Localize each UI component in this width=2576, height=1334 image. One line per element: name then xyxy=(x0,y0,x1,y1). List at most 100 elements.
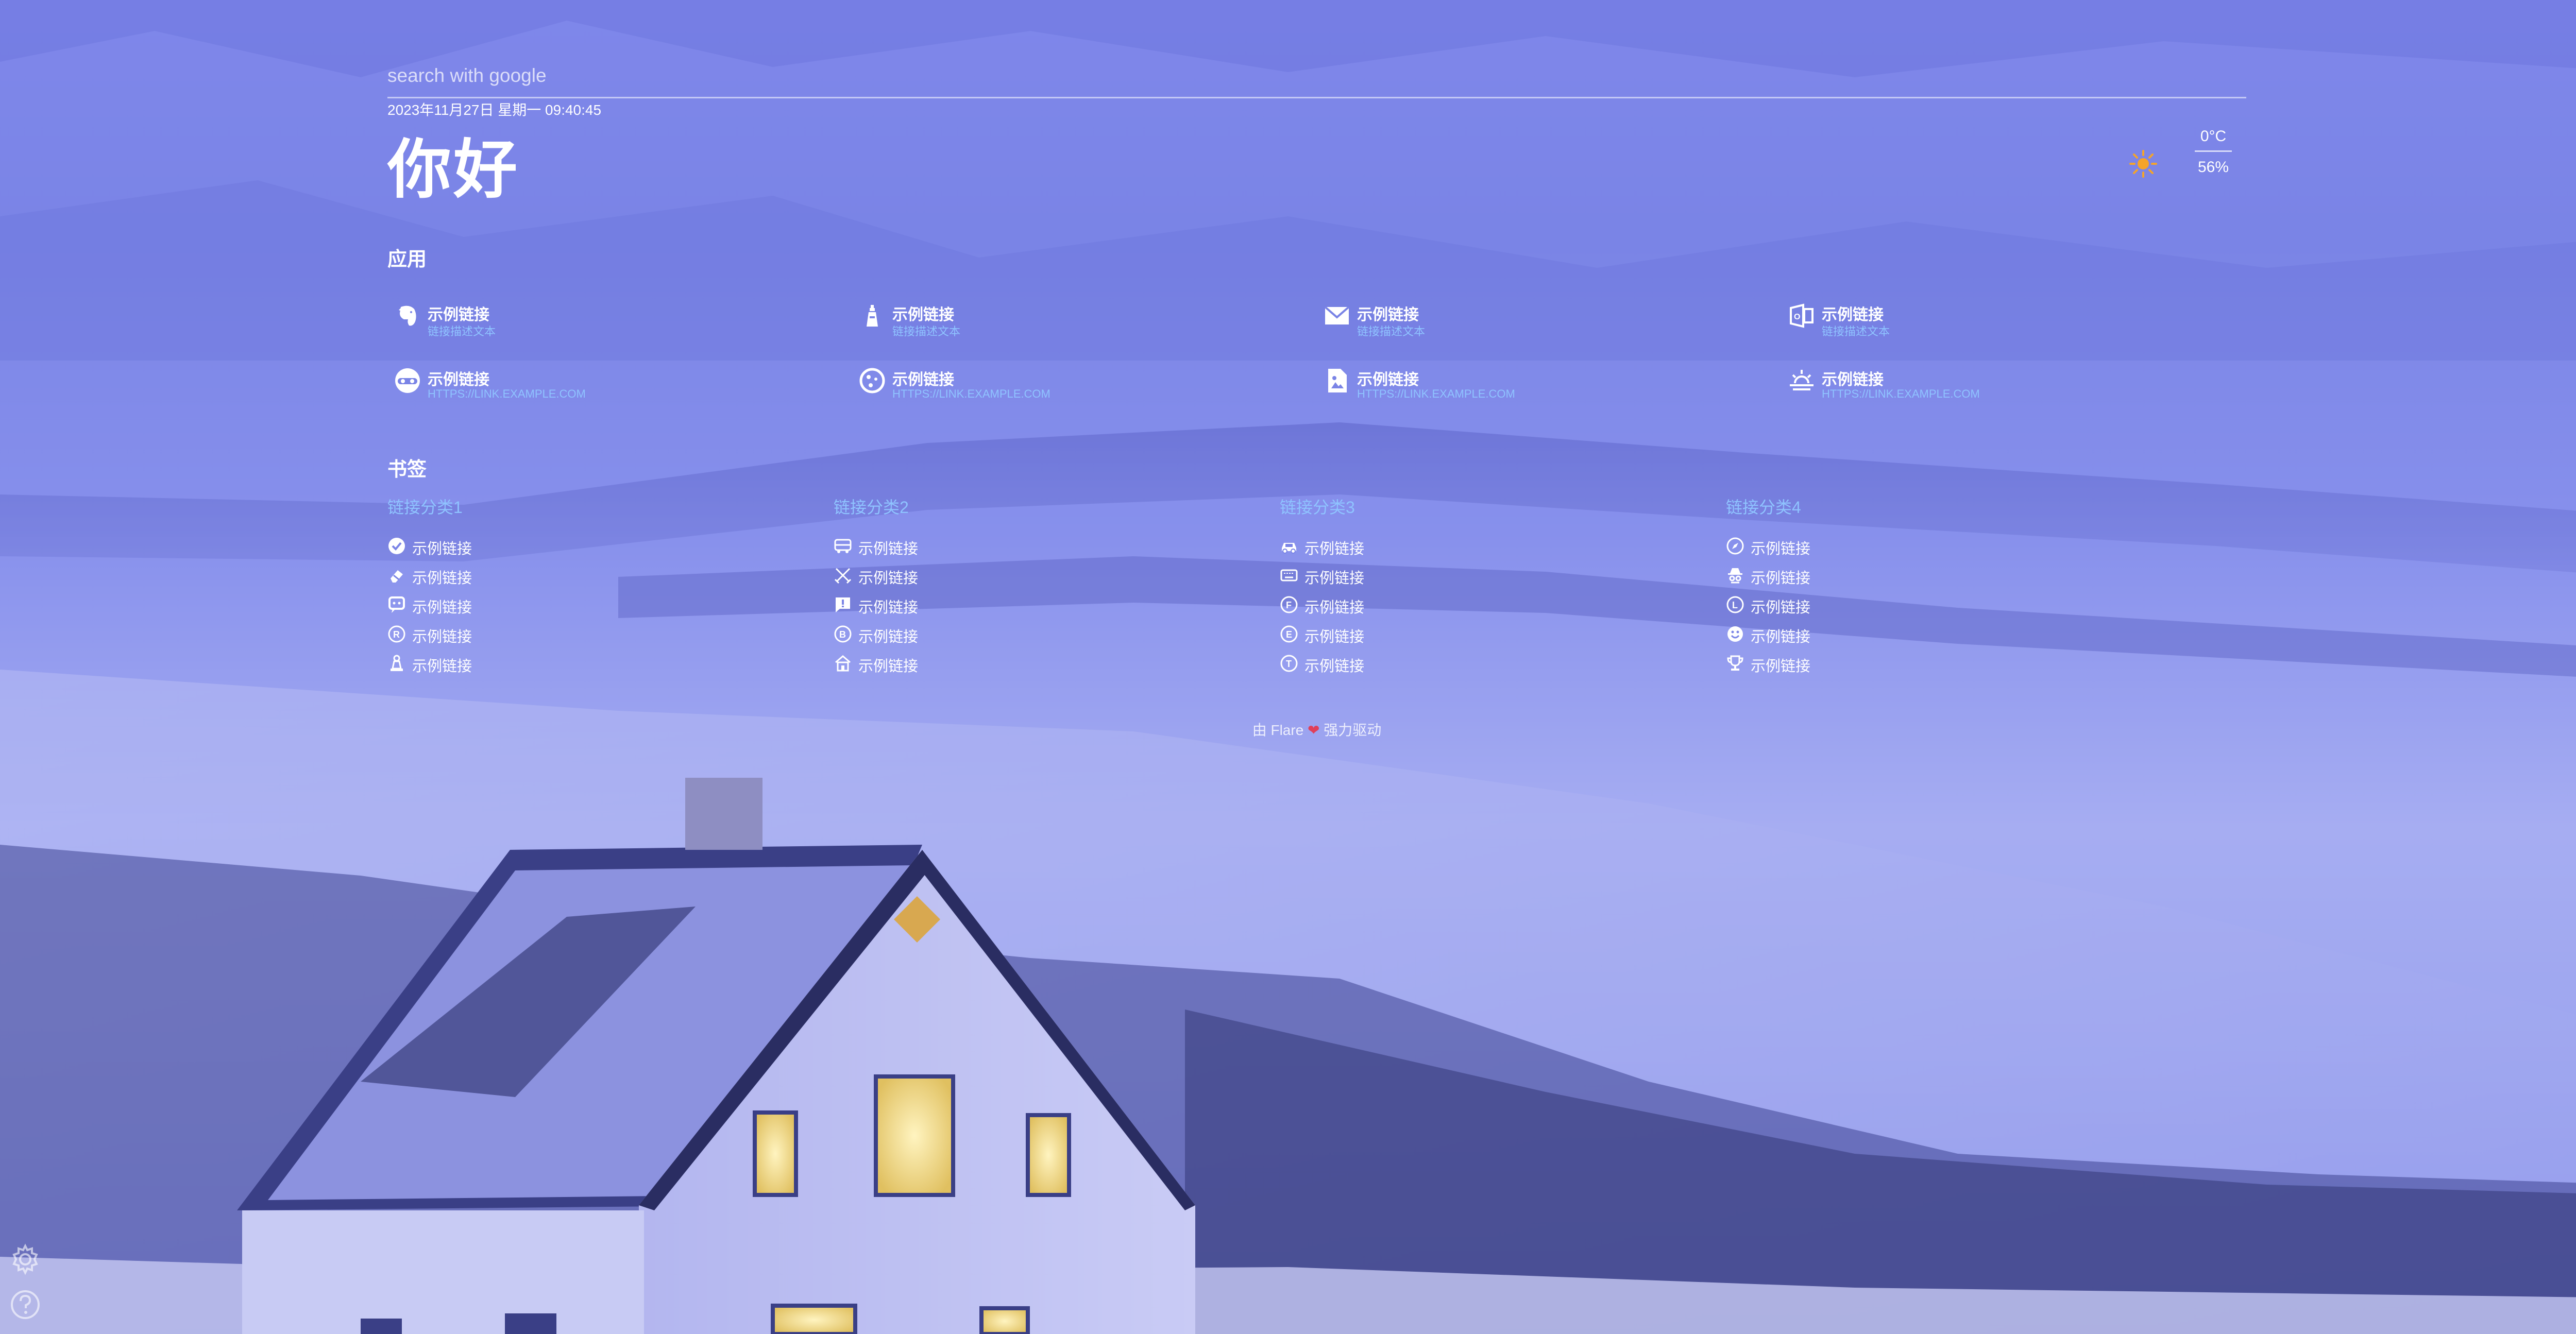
bookmark-category-title: 链接分类3 xyxy=(1280,498,1355,517)
settings-button[interactable] xyxy=(8,1242,42,1276)
evernote-icon xyxy=(394,302,421,330)
bookmark-label: 示例链接 xyxy=(412,570,472,587)
search-input[interactable] xyxy=(387,58,2242,94)
circle-r-icon: R xyxy=(387,625,406,643)
bookmark-link[interactable]: 示例链接 xyxy=(387,651,594,675)
app-link[interactable]: 示例链接 链接描述文本 xyxy=(394,298,826,339)
app-title: 示例链接 xyxy=(1822,306,1884,323)
bookmark-label: 示例链接 xyxy=(412,629,472,645)
footer-prefix: 由 Flare xyxy=(1252,722,1304,738)
bookmark-category-title: 链接分类1 xyxy=(387,498,463,517)
circle-t-icon: T xyxy=(1280,654,1298,673)
bookmark-link[interactable]: B 示例链接 xyxy=(834,622,1040,645)
circle-f-icon: F xyxy=(1280,595,1298,614)
check-circle-icon xyxy=(387,537,406,555)
bookmarks-section-title: 书签 xyxy=(387,459,427,481)
bookmark-link[interactable]: T 示例链接 xyxy=(1280,651,1486,675)
app-title: 示例链接 xyxy=(428,371,489,388)
bookmark-label: 示例链接 xyxy=(412,541,472,557)
bus-icon xyxy=(834,537,852,555)
app-description: 链接描述文本 xyxy=(428,325,496,338)
gear-icon xyxy=(8,1243,42,1278)
bookmark-label: 示例链接 xyxy=(1304,600,1365,616)
bookmark-link[interactable]: 示例链接 xyxy=(834,563,1040,587)
chess-pawn-icon xyxy=(387,654,406,673)
app-link[interactable]: 示例链接 HTTPS://LINK.EXAMPLE.COM xyxy=(1788,363,2221,404)
bookmark-label: 示例链接 xyxy=(1304,658,1365,675)
app-link[interactable]: 示例链接 链接描述文本 xyxy=(858,298,1291,339)
weather-widget: 0°C 56% xyxy=(2129,128,2232,190)
bookmark-link[interactable]: 示例链接 xyxy=(834,534,1040,557)
bookmark-link[interactable]: 示例链接 xyxy=(834,651,1040,675)
bookmark-link[interactable]: 示例链接 xyxy=(1726,563,1932,587)
bookmark-link[interactable]: E 示例链接 xyxy=(1280,622,1486,645)
app-title: 示例链接 xyxy=(1822,371,1884,388)
bookmark-label: 示例链接 xyxy=(858,570,919,587)
apps-grid: 示例链接 链接描述文本 示例链接 链接描述文本 示例链接 链接描述文本 O 示例… xyxy=(394,298,2248,406)
bookmark-link[interactable]: 示例链接 xyxy=(834,592,1040,616)
app-link[interactable]: 示例链接 HTTPS://LINK.EXAMPLE.COM xyxy=(1323,363,1756,404)
lighthouse-icon xyxy=(858,302,886,330)
svg-text:B: B xyxy=(839,629,846,640)
search-bar xyxy=(387,58,2246,98)
question-icon xyxy=(8,1290,42,1324)
bookmark-link[interactable]: 示例链接 xyxy=(387,563,594,587)
bookmark-link[interactable]: 示例链接 xyxy=(1280,563,1486,587)
bookmark-label: 示例链接 xyxy=(1304,570,1365,587)
sunrise-icon xyxy=(1788,367,1816,395)
swords-icon xyxy=(834,566,852,585)
svg-text:O: O xyxy=(1794,313,1800,321)
footer-credit: 由 Flare ❤ 强力驱动 xyxy=(387,719,2246,740)
help-button[interactable] xyxy=(8,1288,42,1322)
bookmark-link[interactable]: 示例链接 xyxy=(387,592,594,616)
incognito-icon xyxy=(394,367,421,395)
detective-icon xyxy=(1726,566,1744,585)
bookmark-link[interactable]: 示例链接 xyxy=(387,534,594,557)
date-time: 2023年11月27日 星期一 09:40:45 xyxy=(387,102,602,118)
sun-icon xyxy=(2129,149,2158,178)
mail-icon xyxy=(1323,302,1351,330)
message-alert-icon xyxy=(834,595,852,614)
bookmark-label: 示例链接 xyxy=(858,658,919,675)
bookmark-link[interactable]: 示例链接 xyxy=(1726,534,1932,557)
svg-text:F: F xyxy=(1286,600,1292,610)
car-icon xyxy=(1280,537,1298,555)
bookmark-link[interactable]: 示例链接 xyxy=(1280,534,1486,557)
bookmark-link[interactable]: F 示例链接 xyxy=(1280,592,1486,616)
bookmark-link[interactable]: L 示例链接 xyxy=(1726,592,1932,616)
app-link[interactable]: 示例链接 链接描述文本 xyxy=(1323,298,1756,339)
bookmark-category-title: 链接分类2 xyxy=(834,498,909,517)
house-icon xyxy=(834,654,852,673)
office-icon: O xyxy=(1788,302,1816,330)
bookmark-label: 示例链接 xyxy=(1751,629,1811,645)
svg-text:L: L xyxy=(1732,600,1738,610)
app-description: HTTPS://LINK.EXAMPLE.COM xyxy=(428,387,586,400)
image-file-icon xyxy=(1323,367,1351,395)
bookmark-label: 示例链接 xyxy=(1304,541,1365,557)
bookmark-link[interactable]: 示例链接 xyxy=(1726,622,1932,645)
app-description: HTTPS://LINK.EXAMPLE.COM xyxy=(1357,387,1515,400)
app-link[interactable]: O 示例链接 链接描述文本 xyxy=(1788,298,2221,339)
bookmark-label: 示例链接 xyxy=(1751,600,1811,616)
app-link[interactable]: 示例链接 HTTPS://LINK.EXAMPLE.COM xyxy=(394,363,826,404)
trophy-icon xyxy=(1726,654,1744,673)
heart-icon: ❤ xyxy=(1308,722,1320,738)
circle-e-icon: E xyxy=(1280,625,1298,643)
bookmark-label: 示例链接 xyxy=(412,600,472,616)
apps-section-title: 应用 xyxy=(387,249,427,270)
bookmark-link[interactable]: 示例链接 xyxy=(1726,651,1932,675)
app-link[interactable]: 示例链接 HTTPS://LINK.EXAMPLE.COM xyxy=(858,363,1291,404)
app-description: 链接描述文本 xyxy=(1822,325,1890,338)
app-description: HTTPS://LINK.EXAMPLE.COM xyxy=(1822,387,1980,400)
app-title: 示例链接 xyxy=(1357,371,1419,388)
bookmark-label: 示例链接 xyxy=(412,658,472,675)
footer-suffix: 强力驱动 xyxy=(1324,722,1382,738)
app-title: 示例链接 xyxy=(892,306,954,323)
bookmark-label: 示例链接 xyxy=(1751,541,1811,557)
app-title: 示例链接 xyxy=(428,306,489,323)
weather-temperature: 0°C xyxy=(2195,128,2232,152)
bookmark-link[interactable]: R 示例链接 xyxy=(387,622,594,645)
app-description: 链接描述文本 xyxy=(892,325,961,338)
bookmark-label: 示例链接 xyxy=(858,600,919,616)
bookmark-label: 示例链接 xyxy=(858,629,919,645)
